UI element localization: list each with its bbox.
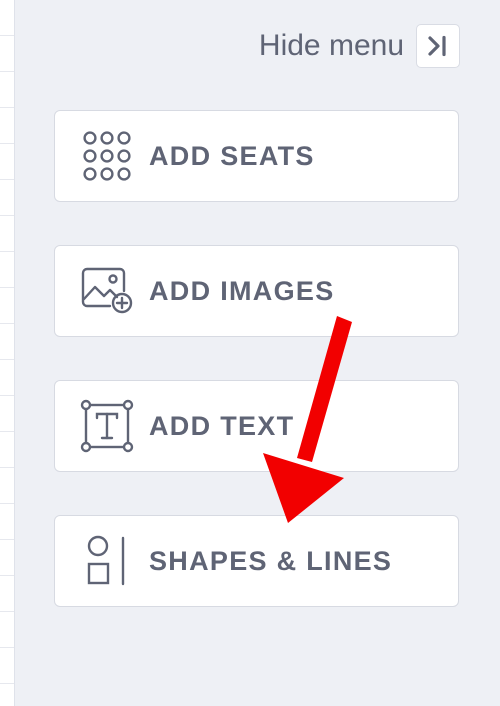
hide-menu-button[interactable] [416,24,460,68]
add-text-button[interactable]: ADD TEXT [54,380,459,472]
canvas-edge [0,0,15,706]
add-text-label: ADD TEXT [149,410,295,441]
shapes-icon [79,533,135,589]
hide-menu-label: Hide menu [258,29,404,62]
text-box-icon [79,398,135,454]
add-seats-button[interactable]: ADD SEATS [54,110,459,202]
add-images-button[interactable]: ADD IMAGES [54,245,459,337]
hide-menu-toggle[interactable]: Hide menu [259,24,460,68]
seat-grid-icon [79,128,135,184]
shapes-lines-button[interactable]: SHAPES & LINES [54,515,459,607]
add-seats-label: ADD SEATS [149,140,315,171]
add-images-label: ADD IMAGES [149,275,335,306]
shapes-lines-label: SHAPES & LINES [149,545,393,576]
collapse-right-icon [428,35,446,57]
add-image-icon [79,263,135,319]
